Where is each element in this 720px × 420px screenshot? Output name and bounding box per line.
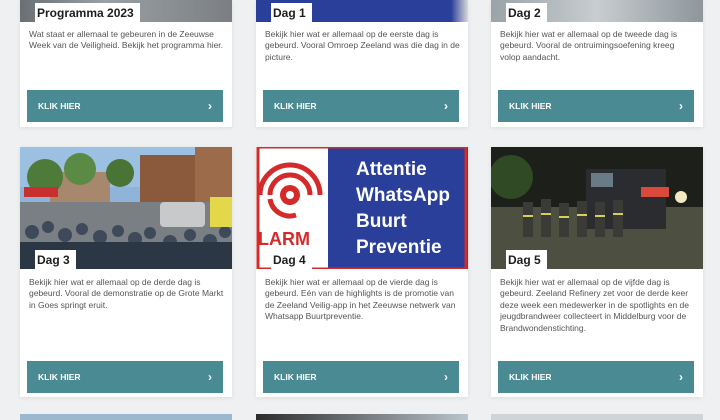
next-card-image-edge (256, 414, 468, 420)
card-description: Bekijk hier wat er allemaal op de vijfde… (500, 277, 690, 333)
button-label: KLIK HIER (38, 372, 81, 382)
sign-line-4: Preventie (356, 237, 442, 258)
sign-line-3: Buurt (356, 211, 407, 232)
card-description: Wat staat er allemaal te gebeuren in de … (29, 29, 224, 51)
card-dag-2: Dag 2 Bekijk hier wat er allemaal op de … (491, 0, 703, 127)
sign-alarm-text: LARM (258, 229, 310, 249)
button-label: KLIK HIER (274, 372, 317, 382)
chevron-right-icon: › (444, 370, 448, 384)
next-card-image-edge (20, 414, 232, 420)
chevron-right-icon: › (679, 370, 683, 384)
sign-line-1: Attentie (356, 159, 427, 180)
card-title: Programma 2023 (35, 3, 140, 24)
button-label: KLIK HIER (274, 101, 317, 111)
card-description: Bekijk hier wat er allemaal op de vierde… (265, 277, 456, 322)
next-card-image-edge (491, 414, 703, 420)
klik-hier-button[interactable]: KLIK HIER › (263, 361, 459, 393)
klik-hier-button[interactable]: KLIK HIER › (27, 361, 223, 393)
card-dag-1: Dag 1 Bekijk hier wat er allemaal op de … (256, 0, 468, 127)
button-label: KLIK HIER (38, 101, 81, 111)
button-label: KLIK HIER (509, 101, 552, 111)
chevron-right-icon: › (679, 99, 683, 113)
card-title: Dag 1 (271, 3, 312, 24)
card-description: Bekijk hier wat er allemaal op de tweede… (500, 29, 678, 62)
card-description: Bekijk hier wat er allemaal op de eerste… (265, 29, 460, 62)
sign-line-2: WhatsApp (356, 185, 450, 206)
button-label: KLIK HIER (509, 372, 552, 382)
card-programma-2023: Programma 2023 Wat staat er allemaal te … (20, 0, 232, 127)
klik-hier-button[interactable]: KLIK HIER › (498, 90, 694, 122)
card-title: Dag 2 (506, 3, 547, 24)
card-dag-5: Dag 5 Bekijk hier wat er allemaal op de … (491, 147, 703, 397)
klik-hier-button[interactable]: KLIK HIER › (263, 90, 459, 122)
card-title: Dag 4 (271, 250, 312, 271)
chevron-right-icon: › (444, 99, 448, 113)
card-title: Dag 3 (35, 250, 76, 271)
klik-hier-button[interactable]: KLIK HIER › (498, 361, 694, 393)
card-dag-4: LARM Attentie WhatsApp Buurt Preventie D… (256, 147, 468, 397)
chevron-right-icon: › (208, 99, 212, 113)
card-title: Dag 5 (506, 250, 547, 271)
card-dag-3: Dag 3 Bekijk hier wat er allemaal op de … (20, 147, 232, 397)
klik-hier-button[interactable]: KLIK HIER › (27, 90, 223, 122)
card-description: Bekijk hier wat er allemaal op de derde … (29, 277, 224, 310)
chevron-right-icon: › (208, 370, 212, 384)
